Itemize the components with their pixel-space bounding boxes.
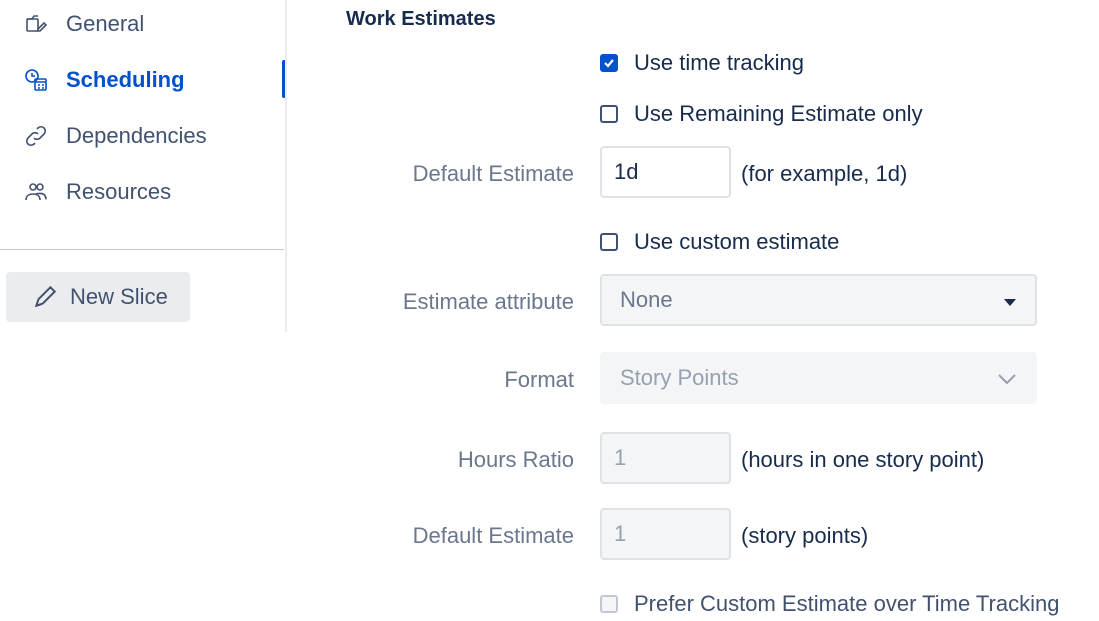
checkbox-label: Prefer Custom Estimate over Time Trackin… [634,591,1060,616]
checkbox-disabled-icon[interactable] [600,595,618,613]
sidebar-item-label: Resources [66,179,172,204]
checkbox-label: Use time tracking [634,50,804,75]
hours-ratio-label: Hours Ratio [457,447,574,472]
custom-default-estimate-hint: (story points) [741,523,869,548]
checkbox-unchecked-icon[interactable] [600,105,618,123]
select-value: None [620,287,673,312]
hours-ratio-hint: (hours in one story point) [741,447,985,472]
default-estimate-input[interactable]: 1d [600,146,731,198]
chevron-down-icon [997,365,1017,391]
sidebar-item-scheduling[interactable]: Scheduling [22,60,185,100]
use-remaining-estimate-checkbox[interactable]: Use Remaining Estimate only [600,101,923,127]
custom-default-estimate-label: Default Estimate [412,523,574,548]
new-slice-button[interactable]: New Slice [6,272,190,322]
default-estimate-label: Default Estimate [412,161,574,186]
people-icon [22,178,50,206]
sidebar-item-label: Scheduling [66,67,185,92]
sidebar-item-label: General [66,11,145,36]
sidebar-item-label: Dependencies [66,123,207,148]
default-estimate-hint: (for example, 1d) [741,161,908,186]
sidebar-item-general[interactable]: General [22,4,144,44]
hours-ratio-input[interactable]: 1 [600,432,731,484]
caret-down-icon [1003,287,1017,313]
checkbox-unchecked-icon[interactable] [600,233,618,251]
format-label: Format [504,367,574,392]
format-select[interactable]: Story Points [600,352,1037,404]
estimate-attribute-label: Estimate attribute [402,289,574,314]
checkbox-label: Use custom estimate [634,229,840,254]
use-time-tracking-checkbox[interactable]: Use time tracking [600,50,804,76]
sidebar-separator [285,0,287,332]
custom-default-estimate-input[interactable]: 1 [600,508,731,560]
link-icon [22,122,50,150]
new-slice-label: New Slice [70,284,168,309]
sidebar-item-resources[interactable]: Resources [22,172,171,212]
select-value: Story Points [620,365,739,390]
sidebar-divider [0,249,284,250]
use-custom-estimate-checkbox[interactable]: Use custom estimate [600,229,839,255]
settings-sidebar: General Scheduling Dependencies Resource… [0,0,288,332]
calendar-clock-icon [22,66,50,94]
sidebar-item-dependencies[interactable]: Dependencies [22,116,207,156]
pen-icon [32,284,58,310]
estimate-attribute-select[interactable]: None [600,274,1037,326]
checkbox-label: Use Remaining Estimate only [634,101,923,126]
settings-edit-icon [22,10,50,38]
checkbox-checked-icon[interactable] [600,54,618,72]
prefer-custom-estimate-checkbox[interactable]: Prefer Custom Estimate over Time Trackin… [600,591,1059,617]
section-title: Work Estimates [346,8,496,30]
